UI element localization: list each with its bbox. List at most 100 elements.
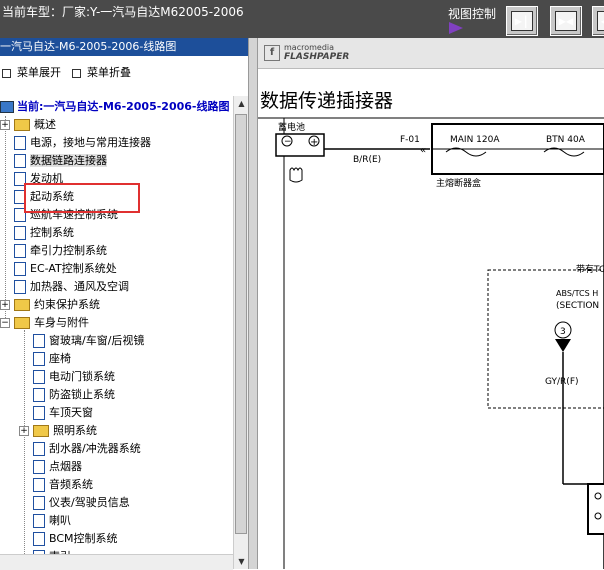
main-fuse-label: MAIN 120A	[450, 135, 500, 145]
document-icon	[14, 280, 26, 294]
flashpaper-icon: f	[264, 45, 280, 61]
tree-item-label: 车顶天窗	[49, 406, 93, 419]
tree-item[interactable]: + 照明系统	[19, 422, 97, 440]
tree-item-label: 刮水器/冲洗器系统	[49, 442, 141, 455]
highlight-box	[24, 183, 140, 213]
document-icon	[33, 334, 45, 348]
brand-top: macromedia	[284, 43, 335, 52]
menu-expand-button[interactable]: 菜单展开	[2, 64, 61, 80]
tree-item-label: 点烟器	[49, 460, 82, 473]
tree-item-label: 窗玻璃/车窗/后视镜	[49, 334, 145, 347]
page-title: 数据传递插接器	[260, 90, 394, 112]
scroll-up-icon[interactable]: ▲	[234, 96, 249, 111]
tree-item-label: 音频系统	[49, 478, 93, 491]
square-icon	[2, 68, 11, 78]
folder-icon	[14, 299, 30, 311]
wire-label: B/R(E)	[353, 155, 381, 165]
tree-item-label: 电动门锁系统	[49, 370, 115, 383]
document-icon	[14, 226, 26, 240]
tree-item[interactable]: 控制系统	[14, 224, 74, 242]
tree-horizontal-scrollbar[interactable]	[0, 554, 233, 570]
tree-item[interactable]: 电动门锁系统	[33, 368, 115, 386]
tree-item[interactable]: EC-AT控制系统处	[14, 260, 117, 278]
expand-right-icon: ▶|	[511, 11, 533, 31]
tree-item[interactable]: 加热器、通风及空调	[14, 278, 129, 296]
tree-item-label: 数据链路连接器	[30, 154, 107, 167]
tcs-label: 带有TC	[576, 263, 604, 275]
expand-icon[interactable]: +	[0, 300, 10, 310]
document-icon	[14, 136, 26, 150]
collapse-button[interactable]: ▶◀	[550, 6, 582, 36]
tree-item-label: 控制系统	[30, 226, 74, 239]
tree-item[interactable]: 仪表/驾驶员信息	[33, 494, 130, 512]
tree-item[interactable]: BCM控制系统	[33, 530, 118, 548]
wiring-diagram: 蓄电池 − + B/R(E) F-01 « MAIN 120A BTN 40A …	[258, 117, 604, 569]
battery-label: 蓄电池	[278, 121, 305, 133]
tree-item[interactable]: 座椅	[33, 350, 71, 368]
tree-item[interactable]: 数据链路连接器	[14, 152, 107, 170]
tree-item-label: 车身与附件	[34, 316, 89, 329]
collapse-icon: ▶◀	[555, 11, 577, 31]
tree-item-label: 照明系统	[53, 424, 97, 437]
scroll-thumb[interactable]	[235, 114, 247, 534]
menu-collapse-label: 菜单折叠	[87, 66, 131, 79]
document-icon	[33, 496, 45, 510]
battery-minus-text: −	[284, 137, 292, 147]
tree-item-label: 防盗锁止系统	[49, 388, 115, 401]
tree-item[interactable]: + 约束保护系统	[0, 296, 100, 314]
document-icon	[33, 514, 45, 528]
tree-item[interactable]: 车顶天窗	[33, 404, 93, 422]
connector-arrow-icon	[555, 339, 571, 352]
document-icon	[33, 442, 45, 456]
tree-item[interactable]: 点烟器	[33, 458, 82, 476]
tree-root-label: 当前:一汽马自达-M6-2005-2006-线路图	[17, 100, 230, 113]
tree-item[interactable]: 刮水器/冲洗器系统	[33, 440, 141, 458]
document-icon	[14, 262, 26, 276]
panel-divider[interactable]	[248, 38, 258, 569]
scroll-down-icon[interactable]: ▼	[234, 554, 249, 569]
tree-item[interactable]: 牵引力控制系统	[14, 242, 107, 260]
btn-fuse-label: BTN 40A	[546, 135, 586, 145]
tree-vertical-scrollbar[interactable]: ▲ ▼	[233, 96, 249, 569]
collapse-icon[interactable]: −	[0, 318, 10, 328]
fuse-ref: F-01	[400, 135, 420, 145]
square-icon	[72, 68, 81, 78]
tree-view: 当前:一汽马自达-M6-2005-2006-线路图 + 概述电源，接地与常用连接器…	[0, 96, 232, 569]
expand-left-icon: ◀|	[597, 11, 604, 31]
wire2-label: GY/R(F)	[545, 377, 579, 387]
expand-right-button[interactable]: ▶|	[506, 6, 538, 36]
expand-icon[interactable]: +	[19, 426, 29, 436]
tree-item[interactable]: + 概述	[0, 116, 56, 134]
tree-item-label: 概述	[34, 118, 56, 131]
open-folder-icon	[14, 317, 30, 329]
expand-icon[interactable]: +	[0, 120, 10, 130]
tree-item[interactable]: 窗玻璃/车窗/后视镜	[33, 332, 144, 350]
menu-collapse-button[interactable]: 菜单折叠	[72, 64, 131, 80]
connector-mark-icon: «	[420, 145, 426, 156]
view-control-arrow-icon	[449, 22, 463, 34]
tree-item-label: 喇叭	[49, 514, 71, 527]
battery-plus-text: +	[310, 137, 318, 148]
flashpaper-toolbar: f macromedia FLASHPAPER	[258, 38, 604, 69]
fuse-box-label: 主熔断器盒	[436, 177, 481, 189]
computer-icon	[0, 101, 14, 113]
tree-item[interactable]: 防盗锁止系统	[33, 386, 115, 404]
tree-item[interactable]: 喇叭	[33, 512, 71, 530]
panel-header: 一汽马自达-M6-2005-2006-线路图	[0, 38, 248, 56]
tree-root[interactable]: 当前:一汽马自达-M6-2005-2006-线路图	[0, 98, 230, 114]
tree-guide-line	[24, 330, 25, 569]
view-control-label: 视图控制	[448, 7, 497, 21]
current-model-label: 当前车型：厂家:Y-一汽马自达M62005-2006	[2, 5, 244, 19]
document-icon	[14, 154, 26, 168]
tree-item-label: 座椅	[49, 352, 71, 365]
tree-item-label: 仪表/驾驶员信息	[49, 496, 130, 509]
tree-item-label: EC-AT控制系统处	[30, 262, 117, 275]
expand-left-button[interactable]: ◀|	[592, 6, 604, 36]
document-viewer: f macromedia FLASHPAPER 数据传递插接器 蓄电池 − + …	[258, 38, 604, 569]
tree-item[interactable]: 音频系统	[33, 476, 93, 494]
tree-guide-line	[5, 116, 6, 326]
module-block	[587, 483, 604, 535]
tree-item[interactable]: 电源，接地与常用连接器	[14, 134, 151, 152]
flashpaper-logo: f macromedia FLASHPAPER	[264, 43, 349, 63]
tree-item[interactable]: − 车身与附件	[0, 314, 89, 332]
